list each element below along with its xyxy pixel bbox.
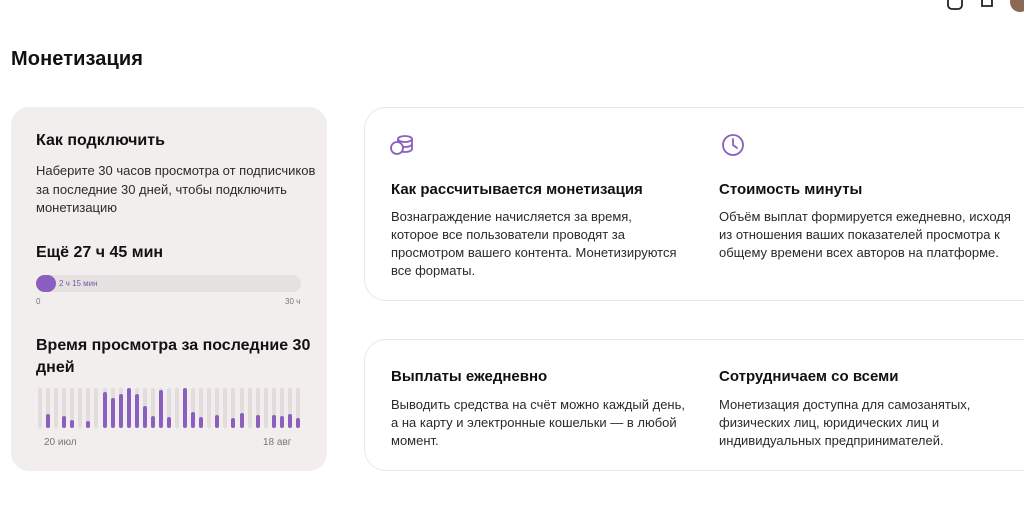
- progress-value-label: 2 ч 15 мин: [59, 279, 98, 288]
- minute-cost-title: Стоимость минуты: [719, 181, 863, 198]
- bar-value: [167, 417, 171, 428]
- bar-track: [207, 388, 211, 428]
- bar-value: [70, 420, 74, 428]
- how-to-connect-card: Как подключить Наберите 30 часов просмот…: [11, 107, 327, 471]
- bar-value: [135, 394, 139, 428]
- bar-value: [215, 415, 219, 428]
- chart-axis-end: 18 авг: [263, 437, 292, 448]
- progress-min-label: 0: [36, 297, 41, 306]
- progress-max-label: 30 ч: [285, 297, 301, 306]
- bar-track: [223, 388, 227, 428]
- bar-value: [119, 394, 123, 428]
- bar-value: [240, 413, 244, 428]
- calc-title: Как рассчитывается монетизация: [391, 181, 643, 198]
- bar-value: [151, 416, 155, 428]
- bar-value: [103, 392, 107, 428]
- bar-value: [159, 390, 163, 428]
- bar-value: [296, 418, 300, 428]
- chart-axis-start: 20 июл: [44, 437, 77, 448]
- watch-progress-bar: 2 ч 15 мин: [36, 275, 301, 292]
- bar-track: [38, 388, 42, 428]
- bar-track: [264, 388, 268, 428]
- bar-track: [78, 388, 82, 428]
- bar-value: [143, 406, 147, 428]
- upload-icon[interactable]: [946, 0, 964, 11]
- daily-payouts-title: Выплаты ежедневно: [391, 368, 548, 385]
- watch-time-bar-chart: [36, 388, 302, 428]
- bar-value: [272, 415, 276, 428]
- bar-value: [86, 421, 90, 428]
- monetization-info-card: Как рассчитывается монетизация Вознаграж…: [364, 107, 1024, 301]
- cooperation-text: Монетизация доступна для самозанятых, фи…: [719, 397, 971, 448]
- bar-value: [183, 388, 187, 428]
- bar-value: [62, 416, 66, 428]
- how-to-description: Наберите 30 часов просмотра от подписчик…: [36, 163, 316, 215]
- calc-text: Вознаграждение начисляется за время, кот…: [391, 209, 677, 278]
- minute-cost-text: Объём выплат формируется ежедневно, исхо…: [719, 209, 1011, 260]
- watch-progress-fill: [36, 275, 56, 292]
- bar-track: [54, 388, 58, 428]
- topbar-actions: [946, 0, 1024, 12]
- bar-value: [46, 414, 50, 428]
- page-title: Монетизация: [11, 48, 144, 70]
- bar-value: [127, 388, 131, 428]
- bar-track: [94, 388, 98, 428]
- bar-value: [231, 418, 235, 428]
- how-to-title: Как подключить: [36, 132, 165, 149]
- remaining-time: Ещё 27 ч 45 мин: [36, 244, 164, 261]
- bar-value: [111, 398, 115, 428]
- bar-value: [288, 414, 292, 428]
- avatar[interactable]: [1010, 0, 1024, 12]
- bar-value: [280, 416, 284, 428]
- cooperation-title: Сотрудничаем со всеми: [719, 368, 899, 385]
- bar-track: [175, 388, 179, 428]
- payouts-info-card: Выплаты ежедневно Выводить средства на с…: [364, 339, 1024, 471]
- bar-track: [248, 388, 252, 428]
- bar-value: [191, 412, 195, 428]
- coins-icon: [390, 135, 413, 155]
- bar-value: [256, 415, 260, 428]
- daily-payouts-text: Выводить средства на счёт можно каждый д…: [391, 397, 685, 448]
- bar-value: [199, 417, 203, 428]
- clock-icon: [722, 134, 744, 156]
- bell-icon[interactable]: [978, 0, 996, 11]
- watch-time-title: Время просмотра за последние 30 дней: [36, 337, 311, 376]
